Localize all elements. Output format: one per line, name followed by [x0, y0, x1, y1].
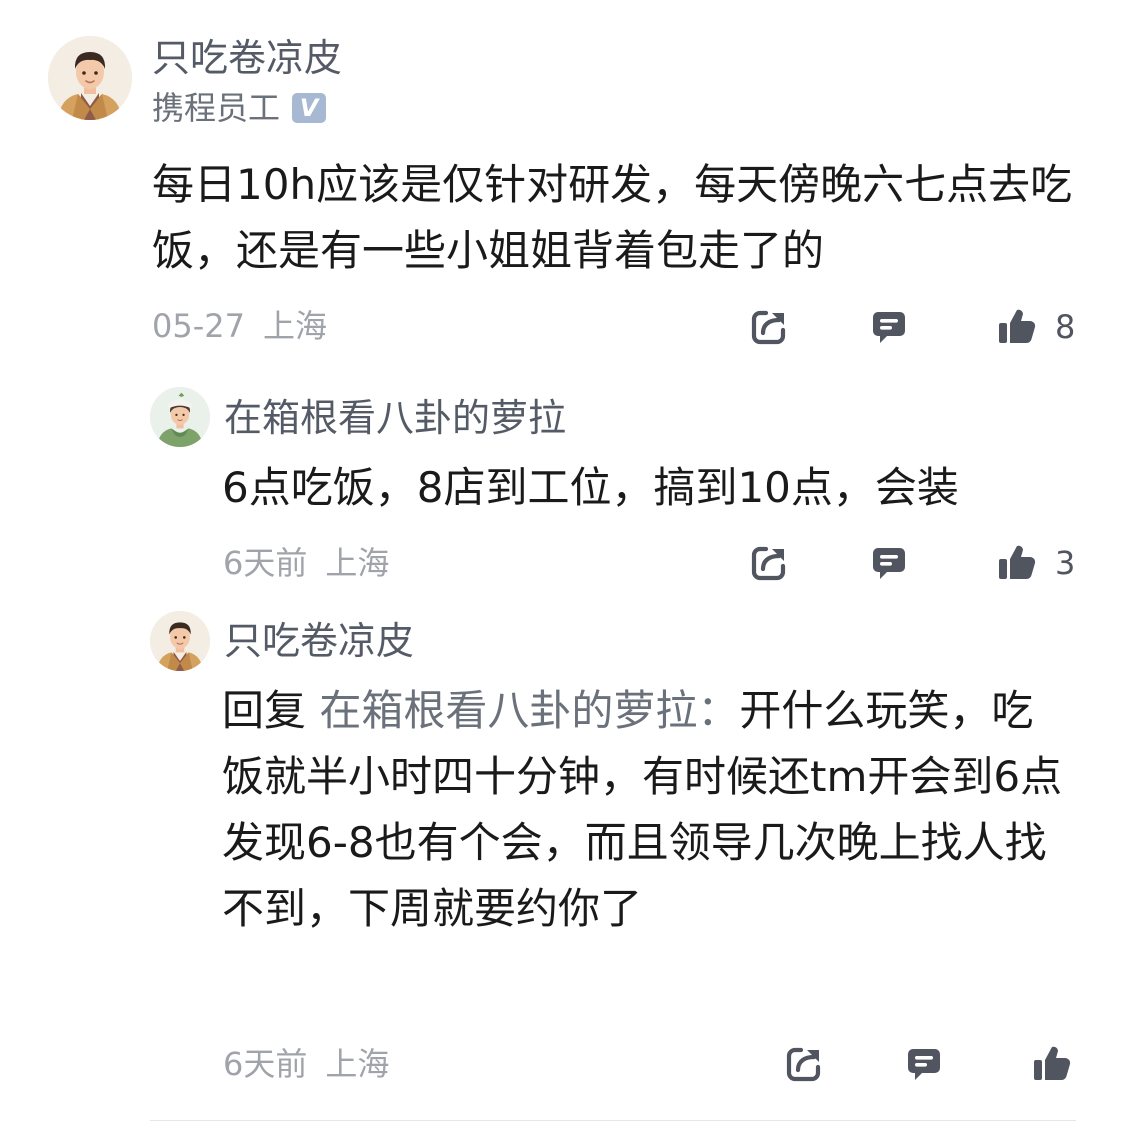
author-role: 携程员工 V: [152, 88, 327, 128]
thumbs-up-icon: [997, 307, 1037, 347]
comment-date: 05-27: [152, 307, 245, 345]
thumbs-up-icon: [997, 543, 1037, 583]
comment-icon: [869, 543, 909, 583]
reply-text: 6点吃饭，8店到工位，搞到10点，会装: [222, 463, 959, 512]
comment-button[interactable]: [869, 543, 909, 583]
comment-icon: [869, 307, 909, 347]
avatar[interactable]: [150, 611, 210, 671]
like-count: 3: [1055, 544, 1076, 582]
share-icon: [749, 307, 789, 347]
reply-meta: 6天前 上海: [223, 1044, 389, 1084]
reply-meta: 6天前 上海: [223, 543, 389, 583]
reply-to-user[interactable]: 在箱根看八卦的萝拉：: [319, 686, 739, 735]
comment-icon: [904, 1044, 944, 1084]
like-button[interactable]: [997, 543, 1037, 583]
like-button[interactable]: [997, 307, 1037, 347]
man-avatar-icon: [150, 611, 210, 671]
share-icon: [784, 1044, 824, 1084]
avatar[interactable]: [48, 36, 132, 120]
like-count: 8: [1055, 308, 1076, 346]
comment-author[interactable]: 只吃卷凉皮: [152, 34, 342, 82]
share-button[interactable]: [784, 1044, 824, 1084]
verified-badge-icon: V: [292, 93, 327, 123]
reply-author[interactable]: 只吃卷凉皮: [224, 617, 414, 665]
reply-location: 上海: [325, 544, 390, 582]
share-button[interactable]: [749, 307, 789, 347]
share-button[interactable]: [749, 543, 789, 583]
reply-prefix: 回复: [222, 686, 307, 735]
man-avatar-icon: [48, 36, 132, 120]
comment-meta: 05-27 上海: [152, 306, 327, 346]
reply-author[interactable]: 在箱根看八卦的萝拉: [224, 394, 566, 442]
comment-button[interactable]: [869, 307, 909, 347]
share-icon: [749, 543, 789, 583]
girl-avatar-icon: [150, 387, 210, 447]
reply-location: 上海: [325, 1045, 390, 1083]
divider: [150, 1120, 1076, 1121]
avatar[interactable]: [150, 387, 210, 447]
like-button[interactable]: [1032, 1044, 1072, 1084]
thumbs-up-icon: [1032, 1044, 1072, 1084]
comment-location: 上海: [262, 307, 327, 345]
comment-button[interactable]: [904, 1044, 944, 1084]
reply-text-block: 回复 在箱根看八卦的萝拉：开什么玩笑，吃饭就半小时四十分钟，有时候还tm开会到6…: [222, 678, 1072, 942]
author-role-label: 携程员工: [152, 89, 281, 127]
reply-date: 6天前: [223, 544, 308, 582]
comment-text: 每日10h应该是仅针对研发，每天傍晚六七点去吃饭，还是有一些小姐姐背着包走了的: [152, 160, 1073, 275]
reply-date: 6天前: [223, 1045, 308, 1083]
